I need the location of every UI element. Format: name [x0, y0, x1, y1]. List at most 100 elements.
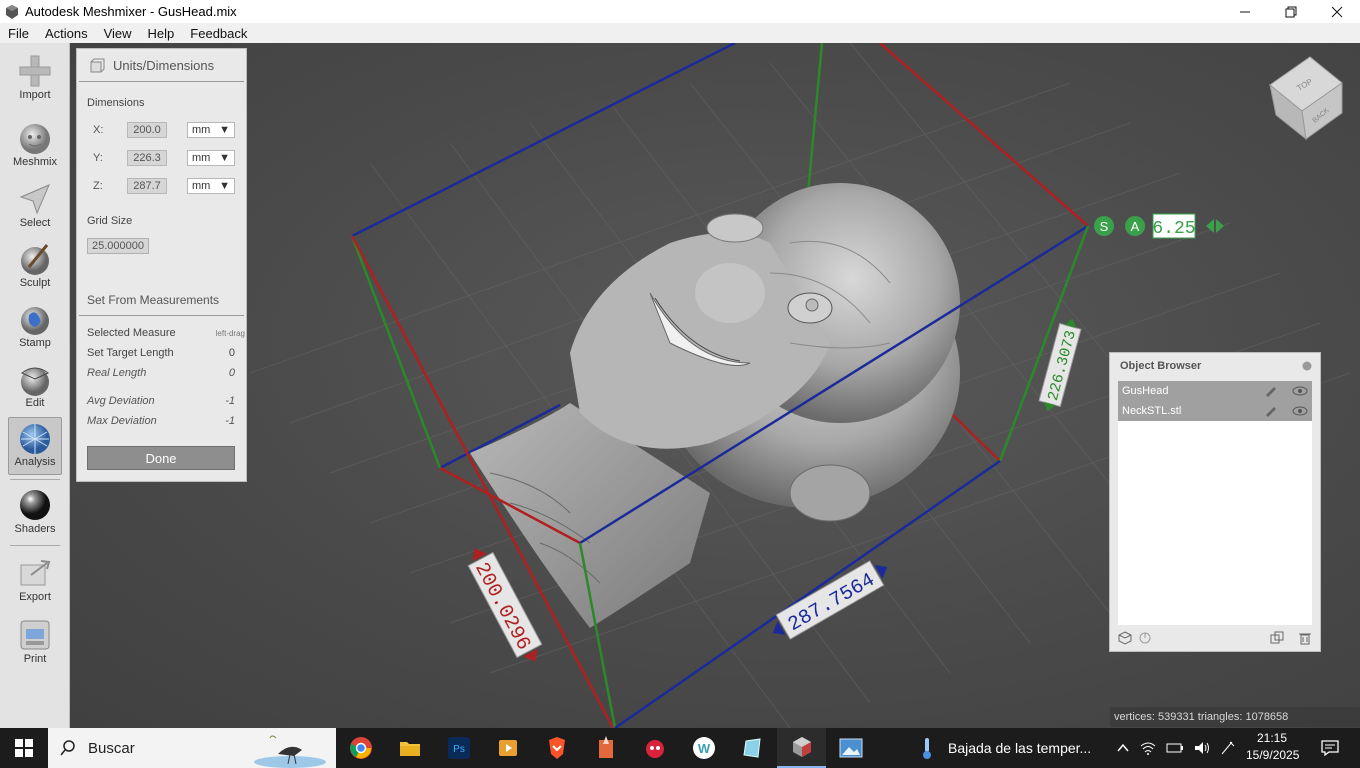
windows-taskbar: Buscar Ps W Bajada de las temper... 21:1… — [0, 728, 1360, 768]
pen-icon[interactable] — [1220, 740, 1236, 756]
glass-icon — [742, 738, 761, 758]
wifi-icon[interactable] — [1140, 741, 1156, 755]
bunny-sphere-icon — [20, 124, 50, 154]
scale-widget[interactable]: S A 6.25 — [1094, 213, 1224, 239]
taskbar-file-explorer[interactable] — [385, 728, 434, 768]
left-toolbar: Import Meshmix Select Sculpt Stamp Edit … — [0, 43, 70, 728]
menu-feedback[interactable]: Feedback — [182, 26, 255, 41]
minimize-icon — [1240, 11, 1250, 12]
taskbar-media-player[interactable] — [483, 728, 532, 768]
taskbar-clock[interactable]: 21:15 15/9/2025 — [1246, 730, 1300, 766]
menu-view[interactable]: View — [96, 26, 140, 41]
restore-icon — [1285, 6, 1297, 17]
close-button[interactable] — [1314, 0, 1360, 23]
object-browser-header: Object Browser — [1110, 353, 1320, 379]
unit-x-select[interactable]: mm ▼ — [187, 122, 235, 138]
restore-button[interactable] — [1268, 0, 1314, 23]
folder-icon — [399, 742, 420, 756]
meshmixer-icon — [792, 737, 811, 757]
object-row-gushead[interactable]: GusHead — [1118, 381, 1312, 401]
export-icon — [20, 560, 51, 586]
search-placeholder: Buscar — [88, 739, 135, 757]
cube-object-icon[interactable] — [1118, 631, 1132, 645]
eye-icon[interactable] — [1292, 405, 1308, 417]
taskbar-brave[interactable] — [532, 728, 581, 768]
view-cube[interactable]: TOP BACK — [1269, 56, 1343, 141]
brave-icon — [548, 737, 565, 759]
tool-shaders[interactable]: Shaders — [8, 485, 62, 541]
window-title: Autodesk Meshmixer - GusHead.mix — [25, 4, 237, 19]
taskbar-red-app[interactable] — [630, 728, 679, 768]
tool-print[interactable]: Print — [8, 615, 62, 671]
webex-icon: W — [692, 737, 715, 759]
done-button[interactable]: Done — [87, 446, 235, 470]
brush-sphere-icon — [21, 244, 49, 275]
start-button[interactable] — [0, 728, 48, 768]
edit-object-icon[interactable] — [1264, 385, 1278, 397]
notification-center-button[interactable] — [1310, 728, 1350, 768]
pivot-icon[interactable] — [1138, 631, 1152, 645]
taskbar-weather[interactable]: Bajada de las temper... — [920, 728, 1091, 768]
plus-icon — [19, 55, 51, 87]
tool-export[interactable]: Export — [8, 553, 62, 609]
grid-size-field[interactable]: 25.000000 — [87, 238, 149, 254]
notification-icon — [1321, 740, 1339, 757]
tool-analysis[interactable]: Analysis — [8, 417, 62, 475]
dim-row-z: Z: 287.7 mm ▼ — [87, 177, 237, 195]
tool-stamp[interactable]: Stamp — [8, 299, 62, 355]
trash-icon[interactable] — [1298, 631, 1312, 645]
tool-sculpt[interactable]: Sculpt — [8, 239, 62, 295]
battery-icon[interactable] — [1166, 741, 1184, 755]
svg-text:Ps: Ps — [453, 744, 465, 755]
close-icon — [1331, 6, 1343, 17]
avg-deviation-row: Avg Deviation -1 — [87, 395, 235, 407]
unit-z-select[interactable]: mm ▼ — [187, 178, 235, 194]
taskbar-photoshop[interactable]: Ps — [434, 728, 483, 768]
weather-text: Bajada de las temper... — [948, 740, 1092, 756]
menu-help[interactable]: Help — [140, 26, 183, 41]
eye-icon[interactable] — [1292, 385, 1308, 397]
object-row-neckstl[interactable]: NeckSTL.stl — [1118, 401, 1312, 421]
taskbar-chrome[interactable] — [336, 728, 385, 768]
panel-cube-icon — [90, 58, 105, 73]
clock-time: 21:15 — [1256, 731, 1288, 745]
taskbar-search-box[interactable]: Buscar — [48, 728, 336, 768]
taskbar-paint[interactable] — [581, 728, 630, 768]
set-target-length-row[interactable]: Set Target Length 0 — [87, 345, 245, 361]
tool-meshmix[interactable]: Meshmix — [8, 118, 62, 174]
duplicate-icon[interactable] — [1270, 631, 1284, 645]
dim-x-field[interactable]: 200.0 — [127, 122, 167, 138]
panel-header: Units/Dimensions — [79, 49, 244, 82]
dim-y-field[interactable]: 226.3 — [127, 150, 167, 166]
minimize-button[interactable] — [1222, 0, 1268, 23]
tool-edit[interactable]: Edit — [8, 359, 62, 415]
speaker-icon[interactable] — [1194, 741, 1210, 755]
taskbar-webex[interactable]: W — [679, 728, 728, 768]
image-viewer-icon — [839, 738, 862, 758]
menu-file[interactable]: File — [0, 26, 37, 41]
unit-y-select[interactable]: mm ▼ — [187, 150, 235, 166]
taskbar-meshmixer[interactable] — [777, 728, 826, 768]
tool-select[interactable]: Select — [8, 179, 62, 235]
arrow-cursor-icon — [19, 184, 50, 215]
menu-actions[interactable]: Actions — [37, 26, 96, 41]
chevron-up-icon[interactable] — [1116, 741, 1130, 755]
units-dimensions-panel: Units/Dimensions Dimensions X: 200.0 mm ▼… — [76, 48, 247, 482]
taskbar-image-viewer[interactable] — [826, 728, 875, 768]
stamp-sphere-icon — [21, 307, 49, 335]
taskbar-glass-app[interactable] — [728, 728, 777, 768]
dropdown-arrow-icon: ▼ — [219, 152, 230, 164]
title-bar: Autodesk Meshmixer - GusHead.mix — [0, 0, 1360, 23]
close-panel-icon[interactable] — [1302, 361, 1312, 371]
scale-value: 6.25 — [1152, 219, 1195, 239]
dim-z-field[interactable]: 287.7 — [127, 178, 167, 194]
app-red-icon — [645, 740, 664, 758]
thermometer-icon — [923, 738, 931, 759]
real-length-row: Real Length 0 — [87, 367, 235, 379]
clock-date: 15/9/2025 — [1246, 748, 1300, 762]
edit-object-icon[interactable] — [1264, 405, 1278, 417]
tool-import[interactable]: Import — [8, 51, 62, 107]
toolbar-divider — [10, 479, 60, 480]
svg-text:W: W — [697, 741, 710, 756]
selected-measure-row: Selected Measure left-drag — [87, 327, 245, 339]
